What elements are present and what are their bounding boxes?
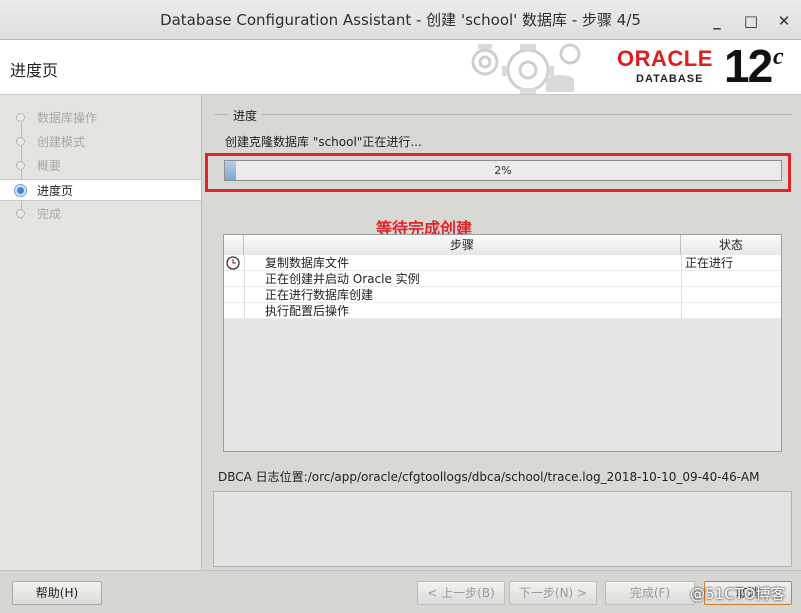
step-status: 正在进行 [681, 255, 781, 271]
nav-item-creation-mode: 创建模式 [0, 131, 201, 153]
back-button[interactable]: < 上一步(B) [417, 581, 505, 605]
step-column-header[interactable]: 步骤 [244, 235, 681, 255]
empty-icon-cell [224, 271, 245, 287]
message-area [213, 491, 792, 567]
progress-group-border [214, 114, 792, 115]
nav-item-finish: 完成 [0, 203, 201, 225]
nav-item-database-operation: 数据库操作 [0, 107, 201, 129]
window-titlebar[interactable]: Database Configuration Assistant - 创建 's… [0, 0, 801, 40]
step-status [681, 287, 781, 303]
nav-item-progress-page: 进度页 [0, 179, 201, 201]
empty-icon-cell [224, 303, 245, 319]
steps-table: 步骤 状态 复制数据库文件 正在进行 正在创建并启动 Oracle 实例 正在进… [223, 234, 782, 452]
nav-item-summary: 概要 [0, 155, 201, 177]
icon-column-header [224, 235, 244, 255]
watermark-text: @51CTO博客 [690, 585, 786, 603]
next-button[interactable]: 下一步(N) > [509, 581, 597, 605]
version-logo: 12 [724, 40, 773, 92]
step-name: 执行配置后操作 [265, 304, 350, 318]
table-row: 复制数据库文件 正在进行 [224, 255, 781, 271]
maximize-icon: □ [743, 12, 759, 30]
close-icon: ✕ [777, 12, 791, 30]
annotation-highlight-box [205, 153, 791, 192]
gears-icon [471, 43, 581, 94]
log-location-text[interactable]: DBCA 日志位置:/orc/app/oracle/cfgtoollogs/db… [218, 468, 759, 485]
step-name: 正在创建并启动 Oracle 实例 [265, 272, 420, 286]
progress-status-text: 创建克隆数据库 "school"正在进行... [225, 135, 422, 149]
nav-item-label: 进度页 [37, 184, 74, 198]
wizard-steps-nav: 数据库操作 创建模式 概要 进度页 完成 [0, 95, 202, 570]
nav-item-label: 概要 [37, 159, 62, 173]
nav-item-label: 完成 [37, 207, 62, 221]
database-logo-text: DATABASE [636, 73, 704, 85]
wizard-header: 进度页 ORACLE DATABASE 12 c [0, 40, 801, 95]
step-status [681, 303, 781, 319]
step-status [681, 271, 781, 287]
current-step-icon [14, 184, 27, 197]
empty-icon-cell [224, 287, 245, 303]
step-dot-icon [16, 137, 25, 146]
page-title: 进度页 [10, 61, 59, 80]
step-dot-icon [16, 209, 25, 218]
help-button[interactable]: 帮助(H) [12, 581, 102, 605]
close-button[interactable]: ✕ [773, 10, 795, 32]
oracle-logo: ORACLE [617, 46, 713, 71]
step-dot-icon [16, 113, 25, 122]
table-row: 正在创建并启动 Oracle 实例 [224, 271, 781, 287]
finish-button[interactable]: 完成(F) [605, 581, 695, 605]
window-title: Database Configuration Assistant - 创建 's… [160, 11, 641, 29]
clock-icon [224, 255, 245, 271]
table-row: 执行配置后操作 [224, 303, 781, 319]
step-name: 正在进行数据库创建 [265, 288, 374, 302]
nav-item-label: 创建模式 [37, 135, 86, 149]
step-name: 复制数据库文件 [265, 256, 350, 270]
minimize-button[interactable]: _ [706, 10, 728, 32]
nav-item-label: 数据库操作 [37, 111, 98, 125]
table-header: 步骤 状态 [224, 235, 781, 256]
maximize-button[interactable]: □ [740, 10, 762, 32]
progress-section-label: 进度 [229, 107, 262, 124]
minimize-icon: _ [713, 12, 721, 30]
version-suffix: c [773, 44, 784, 70]
status-column-header[interactable]: 状态 [681, 235, 781, 255]
step-dot-icon [16, 161, 25, 170]
table-row: 正在进行数据库创建 [224, 287, 781, 303]
